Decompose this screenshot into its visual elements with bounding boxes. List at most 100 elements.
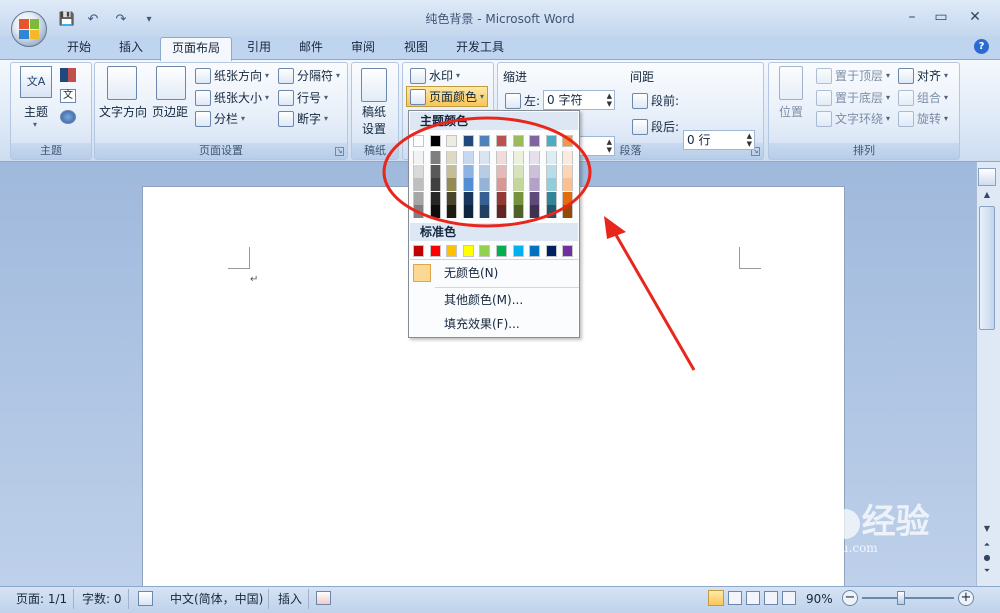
- scroll-thumb[interactable]: [979, 206, 995, 330]
- theme-color-swatch[interactable]: [462, 191, 474, 205]
- theme-color-swatch[interactable]: [413, 178, 424, 191]
- zoom-in-icon[interactable]: +: [958, 590, 974, 606]
- minimize-button[interactable]: –: [897, 8, 927, 26]
- margins-icon[interactable]: [156, 66, 186, 100]
- theme-color-swatch[interactable]: [429, 151, 441, 164]
- web-layout-icon[interactable]: [746, 591, 760, 605]
- theme-color-swatch[interactable]: [462, 164, 474, 178]
- word-count[interactable]: 字数: 0: [82, 590, 122, 608]
- page-count[interactable]: 页面: 1/1: [16, 590, 67, 608]
- theme-color-swatch[interactable]: [529, 178, 541, 191]
- theme-color-swatch[interactable]: [496, 178, 507, 191]
- zoom-slider[interactable]: [862, 597, 954, 599]
- theme-color-swatch[interactable]: [462, 178, 474, 191]
- tab-mailings[interactable]: 邮件: [288, 37, 334, 59]
- margins-button[interactable]: 页边距: [152, 103, 188, 120]
- theme-color-swatch[interactable]: [446, 178, 458, 191]
- theme-color-swatch[interactable]: [462, 205, 474, 218]
- watermark-button[interactable]: 水印 ▾: [410, 67, 460, 84]
- manuscript-button-line2[interactable]: 设置: [362, 120, 386, 137]
- tab-insert[interactable]: 插入: [108, 37, 154, 59]
- theme-effects-icon[interactable]: [60, 110, 76, 124]
- standard-color-swatch[interactable]: [479, 245, 491, 257]
- full-screen-reading-icon[interactable]: [728, 591, 742, 605]
- size-button[interactable]: 纸张大小 ▾: [195, 89, 269, 106]
- theme-color-swatch[interactable]: [479, 135, 491, 147]
- zoom-level[interactable]: 90%: [806, 590, 833, 608]
- browse-object-icon[interactable]: ●: [978, 553, 996, 565]
- theme-color-swatch[interactable]: [512, 151, 524, 164]
- standard-color-swatch[interactable]: [512, 245, 524, 257]
- theme-color-swatch[interactable]: [545, 178, 557, 191]
- theme-color-swatch[interactable]: [545, 151, 557, 164]
- theme-color-swatch[interactable]: [479, 178, 491, 191]
- bring-front-button[interactable]: 置于顶层 ▾: [816, 67, 890, 84]
- language-status[interactable]: 中文(简体，中国): [170, 590, 263, 608]
- theme-color-swatch[interactable]: [446, 191, 458, 205]
- theme-color-swatch[interactable]: [496, 191, 507, 205]
- tab-review[interactable]: 审阅: [340, 37, 386, 59]
- send-back-button[interactable]: 置于底层 ▾: [816, 89, 890, 106]
- more-colors-item[interactable]: 其他颜色(M)...: [410, 288, 578, 312]
- position-icon[interactable]: [779, 66, 803, 100]
- theme-color-swatch[interactable]: [446, 164, 458, 178]
- text-direction-icon[interactable]: [107, 66, 137, 100]
- standard-color-swatch[interactable]: [429, 245, 441, 257]
- spacing-before-input[interactable]: 0 行 ▲ ▼: [683, 130, 755, 150]
- no-color-item[interactable]: 无颜色(N): [410, 261, 578, 285]
- columns-button[interactable]: 分栏 ▾: [195, 110, 245, 127]
- theme-color-swatch[interactable]: [429, 135, 441, 147]
- theme-colors-icon[interactable]: [60, 68, 76, 82]
- theme-color-swatch[interactable]: [479, 191, 491, 205]
- dialog-launcher-icon[interactable]: ↘: [335, 147, 344, 156]
- theme-color-swatch[interactable]: [479, 164, 491, 178]
- standard-color-swatch[interactable]: [545, 245, 557, 257]
- theme-color-swatch[interactable]: [562, 164, 574, 178]
- office-button[interactable]: [11, 11, 47, 47]
- hyphenation-button[interactable]: 断字 ▾: [278, 110, 328, 127]
- draft-view-icon[interactable]: [782, 591, 796, 605]
- breaks-button[interactable]: 分隔符 ▾: [278, 67, 340, 84]
- theme-color-swatch[interactable]: [529, 205, 541, 218]
- standard-color-swatch[interactable]: [413, 245, 424, 257]
- theme-color-swatch[interactable]: [512, 205, 524, 218]
- align-button[interactable]: 对齐 ▾: [898, 67, 948, 84]
- theme-color-swatch[interactable]: [429, 164, 441, 178]
- standard-color-swatch[interactable]: [562, 245, 574, 257]
- theme-color-swatch[interactable]: [545, 191, 557, 205]
- tab-references[interactable]: 引用: [236, 37, 282, 59]
- orientation-button[interactable]: 纸张方向 ▾: [195, 67, 269, 84]
- theme-color-swatch[interactable]: [512, 191, 524, 205]
- theme-color-swatch[interactable]: [562, 191, 574, 205]
- theme-color-swatch[interactable]: [496, 205, 507, 218]
- standard-color-swatch[interactable]: [496, 245, 507, 257]
- tab-developer[interactable]: 开发工具: [445, 37, 515, 59]
- theme-color-swatch[interactable]: [529, 191, 541, 205]
- theme-color-swatch[interactable]: [429, 178, 441, 191]
- scroll-up-icon[interactable]: ▲: [978, 190, 996, 204]
- rotate-button[interactable]: 旋转 ▾: [898, 110, 948, 127]
- theme-color-swatch[interactable]: [529, 164, 541, 178]
- text-wrap-button[interactable]: 文字环绕 ▾: [816, 110, 890, 127]
- theme-color-swatch[interactable]: [446, 151, 458, 164]
- tab-page-layout[interactable]: 页面布局: [160, 37, 233, 61]
- next-page-icon[interactable]: ⏷: [978, 566, 996, 578]
- theme-color-swatch[interactable]: [446, 135, 458, 147]
- theme-color-swatch[interactable]: [496, 135, 507, 147]
- theme-color-swatch[interactable]: [529, 135, 541, 147]
- theme-color-swatch[interactable]: [562, 205, 574, 218]
- theme-color-swatch[interactable]: [479, 151, 491, 164]
- previous-page-icon[interactable]: ⏶: [978, 540, 996, 552]
- theme-color-swatch[interactable]: [413, 135, 424, 147]
- theme-color-swatch[interactable]: [512, 135, 524, 147]
- theme-color-swatch[interactable]: [496, 151, 507, 164]
- manuscript-icon[interactable]: [361, 68, 387, 102]
- theme-color-swatch[interactable]: [512, 164, 524, 178]
- fill-effects-item[interactable]: 填充效果(F)...: [410, 312, 578, 336]
- tab-view[interactable]: 视图: [393, 37, 439, 59]
- insert-mode[interactable]: 插入: [278, 590, 302, 608]
- theme-color-swatch[interactable]: [562, 151, 574, 164]
- help-icon[interactable]: ?: [974, 39, 989, 54]
- maximize-button[interactable]: ▭: [926, 8, 956, 26]
- theme-color-swatch[interactable]: [545, 164, 557, 178]
